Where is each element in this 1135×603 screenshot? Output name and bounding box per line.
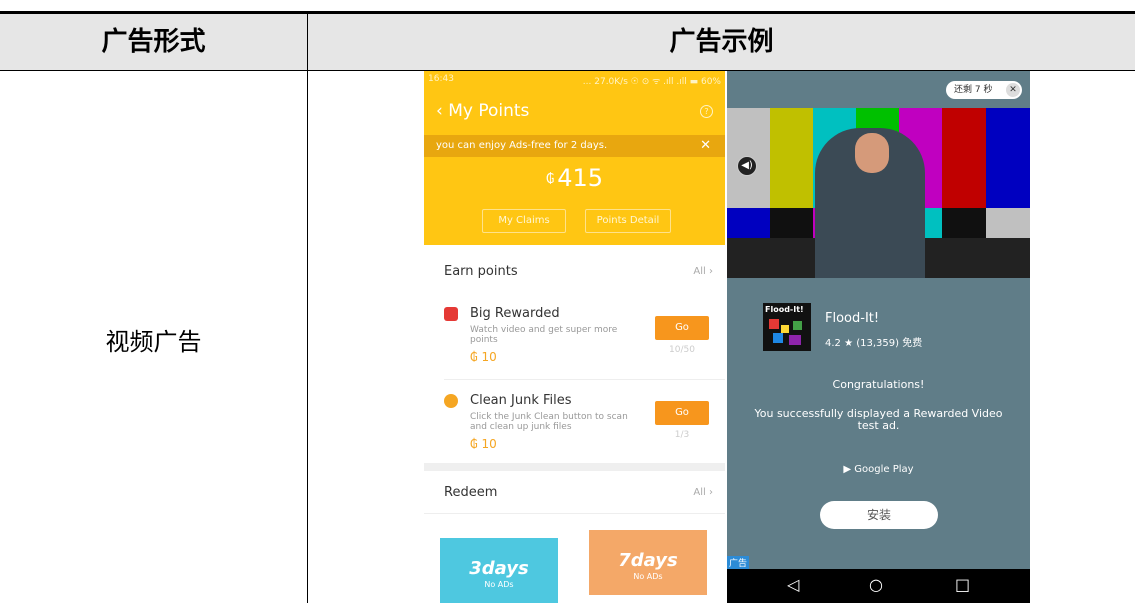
task-points: ₲ 10 xyxy=(470,350,497,364)
card-title: 7days xyxy=(618,550,678,571)
app-icon-label: Flood-It! xyxy=(765,305,804,314)
earn-all-link[interactable]: All › xyxy=(693,266,713,277)
video-icon xyxy=(444,307,458,321)
presenter-face xyxy=(855,133,889,173)
ads-free-banner: you can enjoy Ads-free for 2 days. ✕ xyxy=(424,135,725,157)
color-bar xyxy=(727,208,770,238)
my-points-screenshot: 16:43 ... 27.0K/s ☉ ⊙ ᯤ .ıll .ıll ▬ 60% … xyxy=(424,71,725,603)
video-player[interactable]: ◀) xyxy=(727,108,1030,278)
close-icon[interactable]: ✕ xyxy=(1006,83,1020,97)
rewarded-video-screenshot: 还剩 7 秒 ✕ ◀) Flood-It! Flood-It! 4.2 ★ (13… xyxy=(727,71,1030,603)
congrats-text: Congratulations! xyxy=(832,378,925,391)
skip-text: 还剩 7 秒 xyxy=(954,85,993,95)
header-ad-example: 广告示例 xyxy=(669,27,774,57)
install-button[interactable]: 安装 xyxy=(820,501,938,529)
earn-points-title: Earn points xyxy=(444,264,518,279)
app-name[interactable]: Flood-It! xyxy=(825,311,879,326)
points-header: 16:43 ... 27.0K/s ☉ ⊙ ᯤ .ıll .ıll ▬ 60% … xyxy=(424,71,725,245)
redeem-card-7days[interactable]: 7days No ADs xyxy=(589,530,707,595)
header-ad-format: 广告形式 xyxy=(101,27,206,57)
table-column-divider xyxy=(307,14,308,603)
ad-tag: 广告 xyxy=(727,556,750,569)
points-balance: ₲ 415 xyxy=(424,164,725,192)
card-title: 3days xyxy=(469,558,529,579)
close-icon[interactable]: ✕ xyxy=(700,138,711,153)
redeem-card-3days[interactable]: 3days No ADs xyxy=(440,538,558,603)
google-play-logo: ▶ Google Play xyxy=(843,464,914,475)
points-value: 415 xyxy=(557,164,604,192)
recents-icon[interactable]: □ xyxy=(955,575,970,594)
divider xyxy=(424,513,725,514)
my-claims-button[interactable]: My Claims xyxy=(482,209,566,233)
page-title[interactable]: ‹ My Points xyxy=(436,101,529,121)
task-title: Clean Junk Files xyxy=(470,393,572,408)
task-description: Watch video and get super more points xyxy=(470,325,618,345)
points-detail-button[interactable]: Points Detail xyxy=(585,209,671,233)
color-bar xyxy=(986,108,1030,208)
status-time: 16:43 xyxy=(428,74,454,84)
card-subtitle: No ADs xyxy=(633,572,663,581)
coin-icon: ₲ xyxy=(545,171,555,187)
status-indicators: ... 27.0K/s ☉ ⊙ ᯤ .ıll .ıll ▬ 60% xyxy=(582,77,721,87)
task-description: Click the Junk Clean button to scan and … xyxy=(470,412,628,432)
android-nav-bar: ◁ ○ □ xyxy=(727,569,1030,603)
color-bar xyxy=(986,208,1030,238)
task-progress: 10/50 xyxy=(669,345,695,355)
card-subtitle: No ADs xyxy=(484,580,514,589)
go-button[interactable]: Go xyxy=(655,316,709,340)
app-rating: 4.2 ★ (13,359) 免费 xyxy=(825,338,923,349)
skip-countdown[interactable]: 还剩 7 秒 ✕ xyxy=(946,81,1022,99)
help-icon[interactable]: ? xyxy=(700,105,713,118)
sound-icon[interactable]: ◀) xyxy=(737,156,757,176)
color-bar xyxy=(770,108,813,208)
redeem-all-link[interactable]: All › xyxy=(693,487,713,498)
banner-text: you can enjoy Ads-free for 2 days. xyxy=(436,140,608,151)
app-icon[interactable]: Flood-It! xyxy=(763,303,811,351)
redeem-title: Redeem xyxy=(444,485,498,500)
section-separator xyxy=(424,463,725,471)
broom-icon xyxy=(444,394,458,408)
task-points: ₲ 10 xyxy=(470,437,497,451)
color-bar xyxy=(942,108,986,208)
ad-message: You successfully displayed a Rewarded Vi… xyxy=(754,407,1003,432)
back-icon[interactable]: ◁ xyxy=(787,575,799,594)
task-progress: 1/3 xyxy=(674,430,690,440)
row-label-video-ad: 视频广告 xyxy=(105,328,202,356)
task-title: Big Rewarded xyxy=(470,306,560,321)
divider xyxy=(444,379,725,380)
home-icon[interactable]: ○ xyxy=(869,575,883,594)
go-button[interactable]: Go xyxy=(655,401,709,425)
